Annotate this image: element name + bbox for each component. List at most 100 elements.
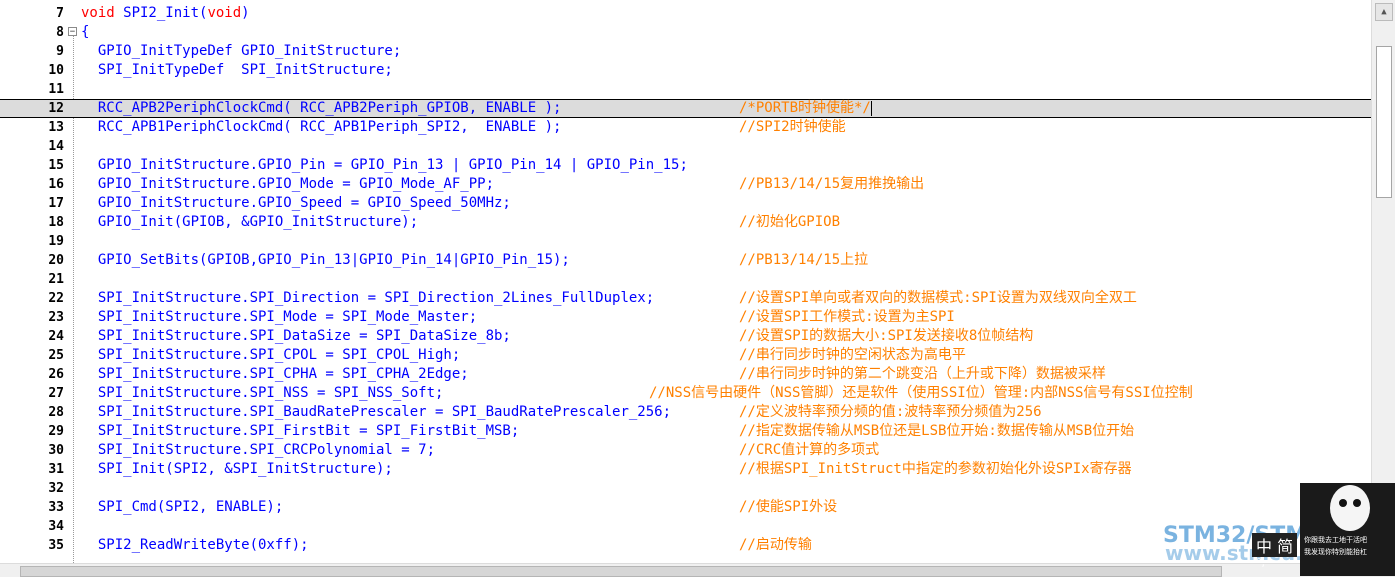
code-text: GPIO_InitStructure.GPIO_Mode = GPIO_Mode…: [81, 176, 495, 192]
code-editor[interactable]: 7 void SPI2_Init(void) 8{9 GPIO_InitTypeDe…: [0, 4, 1372, 555]
code-comment: //启动传输: [739, 536, 812, 555]
code-text: RCC_APB1PeriphClockCmd( RCC_APB1Periph_S…: [81, 119, 562, 135]
ime-indicator[interactable]: 中 简: [1252, 533, 1298, 557]
code-line[interactable]: 29 SPI_InitStructure.SPI_FirstBit = SPI_…: [0, 422, 1372, 441]
code-comment: //使能SPI外设: [739, 498, 837, 517]
code-line[interactable]: 25 SPI_InitStructure.SPI_CPOL = SPI_CPOL…: [0, 346, 1372, 365]
code-text: void SPI2_Init(void): [81, 4, 250, 23]
comment-text: //定义波特率预分频的值:波特率预分频值为256: [739, 404, 1042, 420]
ime-punct-indicator[interactable]: °,: [1256, 556, 1265, 569]
line-number: 8: [56, 25, 64, 40]
line-number: 25: [48, 348, 64, 363]
code-line[interactable]: 11: [0, 80, 1372, 99]
code-text: SPI_InitStructure.SPI_FirstBit = SPI_Fir…: [81, 423, 520, 439]
vertical-scrollbar[interactable]: ▲: [1371, 0, 1395, 563]
scroll-up-icon[interactable]: ▲: [1375, 3, 1393, 21]
code-segment: ): [241, 5, 250, 21]
code-comment: //设置SPI单向或者双向的数据模式:SPI设置为双线双向全双工: [739, 289, 1137, 308]
code-text: GPIO_Init(GPIOB, &GPIO_InitStructure);: [81, 214, 419, 230]
code-text: SPI_Init(SPI2, &SPI_InitStructure);: [81, 461, 393, 477]
comment-text: //CRC值计算的多项式: [739, 442, 880, 458]
line-number: 24: [48, 329, 64, 344]
vertical-scroll-thumb[interactable]: [1376, 46, 1392, 198]
code-comment: //NSS信号由硬件（NSS管脚）还是软件（使用SSI位）管理:内部NSS信号有…: [649, 384, 1193, 403]
comment-text: //PB13/14/15上拉: [739, 252, 869, 268]
code-line[interactable]: 12 RCC_APB2PeriphClockCmd( RCC_APB2Perip…: [0, 99, 1372, 118]
code-text: SPI_InitStructure.SPI_Direction = SPI_Di…: [81, 290, 655, 306]
code-comment: //定义波特率预分频的值:波特率预分频值为256: [739, 403, 1042, 422]
panda-face-icon: [1330, 485, 1370, 531]
comment-text: //串行同步时钟的第二个跳变沿（上升或下降）数据被采样: [739, 366, 1106, 382]
code-line[interactable]: 20 GPIO_SetBits(GPIOB,GPIO_Pin_13|GPIO_P…: [0, 251, 1372, 270]
code-line[interactable]: 22 SPI_InitStructure.SPI_Direction = SPI…: [0, 289, 1372, 308]
comment-text: //设置SPI单向或者双向的数据模式:SPI设置为双线双向全双工: [739, 290, 1137, 306]
code-text: SPI_InitStructure.SPI_DataSize = SPI_Dat…: [81, 328, 511, 344]
code-line[interactable]: 7 void SPI2_Init(void): [0, 4, 1372, 23]
text-caret: [870, 100, 872, 116]
code-line[interactable]: 23 SPI_InitStructure.SPI_Mode = SPI_Mode…: [0, 308, 1372, 327]
line-number: 31: [48, 462, 64, 477]
line-number: 34: [48, 519, 64, 534]
code-comment: //指定数据传输从MSB位还是LSB位开始:数据传输从MSB位开始: [739, 422, 1134, 441]
line-number: 27: [48, 386, 64, 401]
code-text: GPIO_InitTypeDef GPIO_InitStructure;: [81, 43, 402, 59]
line-number: 16: [48, 177, 64, 192]
sticker-caption-1: 你跟我去工地干活吧: [1304, 536, 1367, 544]
line-number: 13: [48, 120, 64, 135]
comment-text: /*PORTB时钟使能*/: [739, 100, 871, 116]
code-line[interactable]: 15 GPIO_InitStructure.GPIO_Pin = GPIO_Pi…: [0, 156, 1372, 175]
code-text: GPIO_InitStructure.GPIO_Speed = GPIO_Spe…: [81, 195, 511, 211]
code-line[interactable]: 14: [0, 137, 1372, 156]
code-line[interactable]: 28 SPI_InitStructure.SPI_BaudRatePrescal…: [0, 403, 1372, 422]
meme-sticker: 你跟我去工地干活吧 我发现你特别能抬杠: [1300, 483, 1395, 576]
code-line[interactable]: 13 RCC_APB1PeriphClockCmd( RCC_APB1Perip…: [0, 118, 1372, 137]
code-line[interactable]: 30 SPI_InitStructure.SPI_CRCPolynomial =…: [0, 441, 1372, 460]
comment-text: //指定数据传输从MSB位还是LSB位开始:数据传输从MSB位开始: [739, 423, 1135, 439]
code-line[interactable]: 9 GPIO_InitTypeDef GPIO_InitStructure;: [0, 42, 1372, 61]
line-number: 15: [48, 158, 64, 173]
line-number: 17: [48, 196, 64, 211]
comment-text: //启动传输: [739, 537, 812, 553]
code-line[interactable]: 17 GPIO_InitStructure.GPIO_Speed = GPIO_…: [0, 194, 1372, 213]
line-number: 19: [48, 234, 64, 249]
code-text: SPI_InitStructure.SPI_Mode = SPI_Mode_Ma…: [81, 309, 478, 325]
code-line[interactable]: 16 GPIO_InitStructure.GPIO_Mode = GPIO_M…: [0, 175, 1372, 194]
horizontal-scrollbar[interactable]: [0, 563, 1395, 577]
comment-text: //初始化GPIOB: [739, 214, 841, 230]
code-line[interactable]: 8{: [0, 23, 1372, 42]
comment-text: //使能SPI外设: [739, 499, 838, 515]
code-line[interactable]: 19: [0, 232, 1372, 251]
code-text: RCC_APB2PeriphClockCmd( RCC_APB2Periph_G…: [81, 100, 562, 116]
horizontal-scroll-thumb[interactable]: [20, 566, 1222, 577]
code-line[interactable]: 26 SPI_InitStructure.SPI_CPHA = SPI_CPHA…: [0, 365, 1372, 384]
code-comment: //串行同步时钟的空闲状态为高电平: [739, 346, 966, 365]
code-text: {: [81, 24, 90, 40]
code-line[interactable]: 18 GPIO_Init(GPIOB, &GPIO_InitStructure)…: [0, 213, 1372, 232]
code-line[interactable]: 27 SPI_InitStructure.SPI_NSS = SPI_NSS_S…: [0, 384, 1372, 403]
sticker-caption-2: 我发现你特别能抬杠: [1304, 548, 1367, 556]
line-number: 12: [48, 101, 64, 116]
code-line[interactable]: 31 SPI_Init(SPI2, &SPI_InitStructure); //…: [0, 460, 1372, 479]
comment-text: //串行同步时钟的空闲状态为高电平: [739, 347, 966, 363]
line-number: 30: [48, 443, 64, 458]
code-comment: //根据SPI_InitStruct中指定的参数初始化外设SPIx寄存器: [739, 460, 1132, 479]
line-number: 21: [48, 272, 64, 287]
line-number: 22: [48, 291, 64, 306]
line-number: 35: [48, 538, 64, 553]
line-number: 18: [48, 215, 64, 230]
line-number: 32: [48, 481, 64, 496]
comment-text: //设置SPI工作模式:设置为主SPI: [739, 309, 955, 325]
line-number: 29: [48, 424, 64, 439]
code-line[interactable]: 21: [0, 270, 1372, 289]
line-number: 23: [48, 310, 64, 325]
code-line[interactable]: 24 SPI_InitStructure.SPI_DataSize = SPI_…: [0, 327, 1372, 346]
code-text: SPI_InitStructure.SPI_CPOL = SPI_CPOL_Hi…: [81, 347, 461, 363]
code-line[interactable]: 32: [0, 479, 1372, 498]
comment-text: //SPI2时钟使能: [739, 119, 846, 135]
code-comment: //设置SPI的数据大小:SPI发送接收8位帧结构: [739, 327, 1033, 346]
code-text: GPIO_InitStructure.GPIO_Pin = GPIO_Pin_1…: [81, 157, 688, 173]
code-line[interactable]: 10 SPI_InitTypeDef SPI_InitStructure;: [0, 61, 1372, 80]
code-line[interactable]: 33 SPI_Cmd(SPI2, ENABLE); //使能SPI外设: [0, 498, 1372, 517]
line-number: 10: [48, 63, 64, 78]
line-number: 33: [48, 500, 64, 515]
